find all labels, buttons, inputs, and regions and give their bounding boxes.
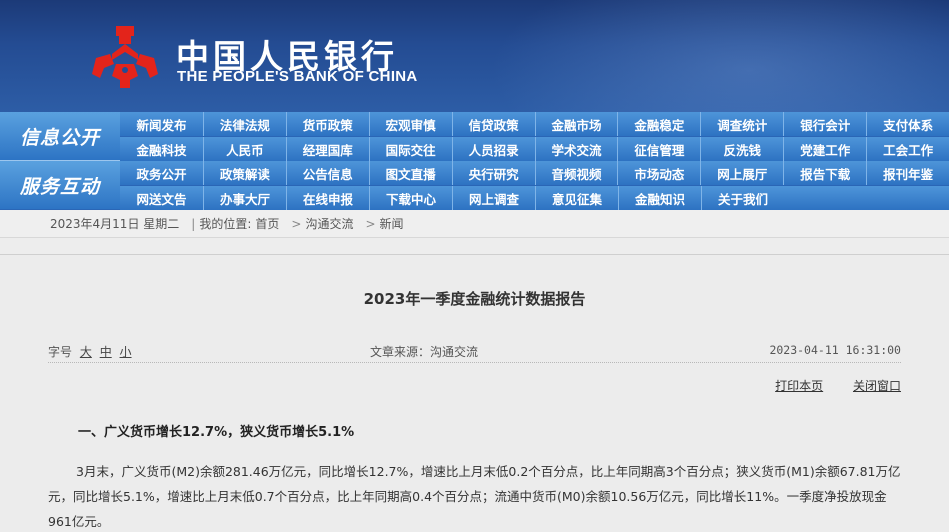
nav-item[interactable]: 金融稳定	[617, 112, 700, 136]
breadcrumb-home-link[interactable]: 首页	[255, 215, 279, 232]
nav-section-service-interaction: 服务互动	[0, 161, 120, 209]
pboc-logo-icon[interactable]	[90, 24, 160, 90]
nav-item[interactable]: 在线申报	[286, 186, 369, 210]
font-size-small-link[interactable]: 小	[120, 345, 132, 359]
nav-row-2: 金融科技 人民币 经理国库 国际交往 人员招录 学术交流 征信管理 反洗钱 党建…	[120, 137, 949, 161]
location-label: 我的位置:	[199, 217, 252, 231]
main-navigation: 信息公开 服务互动 新闻发布 法律法规 货币政策 宏观审慎 信贷政策 金融市场 …	[0, 112, 949, 210]
font-size-medium-link[interactable]: 中	[100, 345, 112, 359]
nav-item[interactable]: 网送文告	[120, 186, 203, 210]
nav-item[interactable]: 货币政策	[285, 112, 369, 136]
section-heading: 一、广义货币增长12.7%，狭义货币增长5.1%	[78, 425, 355, 440]
nav-item[interactable]: 意见征集	[535, 186, 618, 210]
nav-section-info-disclosure: 信息公开	[0, 112, 120, 160]
nav-grid: 新闻发布 法律法规 货币政策 宏观审慎 信贷政策 金融市场 金融稳定 调查统计 …	[120, 112, 949, 210]
article-actions: 打印本页 关闭窗口	[749, 377, 901, 394]
nav-item[interactable]: 政策解读	[202, 161, 286, 185]
nav-item[interactable]: 法律法规	[202, 112, 286, 136]
nav-item[interactable]: 金融市场	[534, 112, 618, 136]
nav-item[interactable]: 政务公开	[120, 161, 203, 185]
font-size-label: 字号	[48, 345, 73, 359]
nav-item[interactable]: 征信管理	[617, 137, 700, 161]
article-paragraph: 3月末，广义货币(M2)余额281.46万亿元，同比增长12.7%，增速比上月末…	[48, 464, 901, 529]
nav-row-1: 新闻发布 法律法规 货币政策 宏观审慎 信贷政策 金融市场 金融稳定 调查统计 …	[120, 112, 949, 136]
nav-item[interactable]: 市场动态	[617, 161, 700, 185]
close-window-link[interactable]: 关闭窗口	[853, 379, 901, 393]
print-page-link[interactable]: 打印本页	[775, 379, 823, 393]
nav-item[interactable]: 国际交往	[368, 137, 452, 161]
article-container: 2023年一季度金融统计数据报告 字号 大 中 小 文章来源：沟通交流 2023…	[0, 254, 949, 532]
nav-item[interactable]: 网上展厅	[700, 161, 783, 185]
nav-item[interactable]: 工会工作	[866, 137, 949, 161]
nav-item[interactable]: 反洗钱	[700, 137, 783, 161]
article-date: 2023-04-11 16:31:00	[769, 343, 901, 357]
font-size-large-link[interactable]: 大	[80, 345, 92, 359]
nav-item[interactable]: 经理国库	[285, 137, 369, 161]
nav-item[interactable]: 支付体系	[866, 112, 949, 136]
nav-item[interactable]: 图文直播	[368, 161, 452, 185]
nav-item[interactable]: 人民币	[202, 137, 286, 161]
breadcrumb: 2023年4月11日 星期二 | 我的位置: 首页 > 沟通交流 > 新闻	[0, 210, 949, 238]
nav-item[interactable]: 办事大厅	[203, 186, 286, 210]
divider: |	[191, 216, 196, 231]
article-source: 文章来源：沟通交流	[370, 345, 479, 359]
nav-item[interactable]: 报告下载	[783, 161, 866, 185]
nav-row-3: 政务公开 政策解读 公告信息 图文直播 央行研究 音频视频 市场动态 网上展厅 …	[120, 161, 949, 185]
nav-item[interactable]: 调查统计	[700, 112, 783, 136]
nav-item[interactable]: 公告信息	[285, 161, 369, 185]
breadcrumb-communication-link[interactable]: 沟通交流	[305, 215, 353, 232]
nav-item[interactable]: 学术交流	[534, 137, 618, 161]
nav-item[interactable]: 宏观审慎	[368, 112, 452, 136]
nav-item[interactable]: 人员招录	[451, 137, 535, 161]
article-meta: 字号 大 中 小 文章来源：沟通交流 2023-04-11 16:31:00	[48, 335, 901, 363]
article-title: 2023年一季度金融统计数据报告	[363, 290, 586, 308]
nav-item[interactable]: 下载中心	[369, 186, 452, 210]
nav-item[interactable]: 金融科技	[120, 137, 203, 161]
nav-item[interactable]: 央行研究	[451, 161, 535, 185]
font-size-selector: 字号 大 中 小	[48, 343, 132, 360]
nav-item[interactable]: 报刊年鉴	[866, 161, 949, 185]
nav-item[interactable]: 信贷政策	[451, 112, 535, 136]
current-date: 2023年4月11日 星期二	[50, 217, 180, 231]
nav-item[interactable]: 金融知识	[618, 186, 701, 210]
nav-item[interactable]: 关于我们	[701, 186, 784, 210]
nav-item[interactable]: 网上调查	[452, 186, 535, 210]
breadcrumb-separator: >	[365, 216, 376, 231]
nav-item[interactable]: 党建工作	[783, 137, 866, 161]
breadcrumb-separator: >	[291, 216, 302, 231]
site-header: 中国人民银行 THE PEOPLE'S BANK OF CHINA	[0, 0, 949, 112]
nav-item[interactable]: 新闻发布	[120, 112, 203, 136]
nav-item[interactable]: 音频视频	[534, 161, 618, 185]
breadcrumb-news-link[interactable]: 新闻	[380, 215, 404, 232]
site-title-en: THE PEOPLE'S BANK OF CHINA	[177, 68, 418, 85]
header-glow	[489, 0, 949, 112]
nav-item[interactable]: 银行会计	[783, 112, 866, 136]
nav-row-4: 网送文告 办事大厅 在线申报 下载中心 网上调查 意见征集 金融知识 关于我们	[120, 186, 949, 210]
